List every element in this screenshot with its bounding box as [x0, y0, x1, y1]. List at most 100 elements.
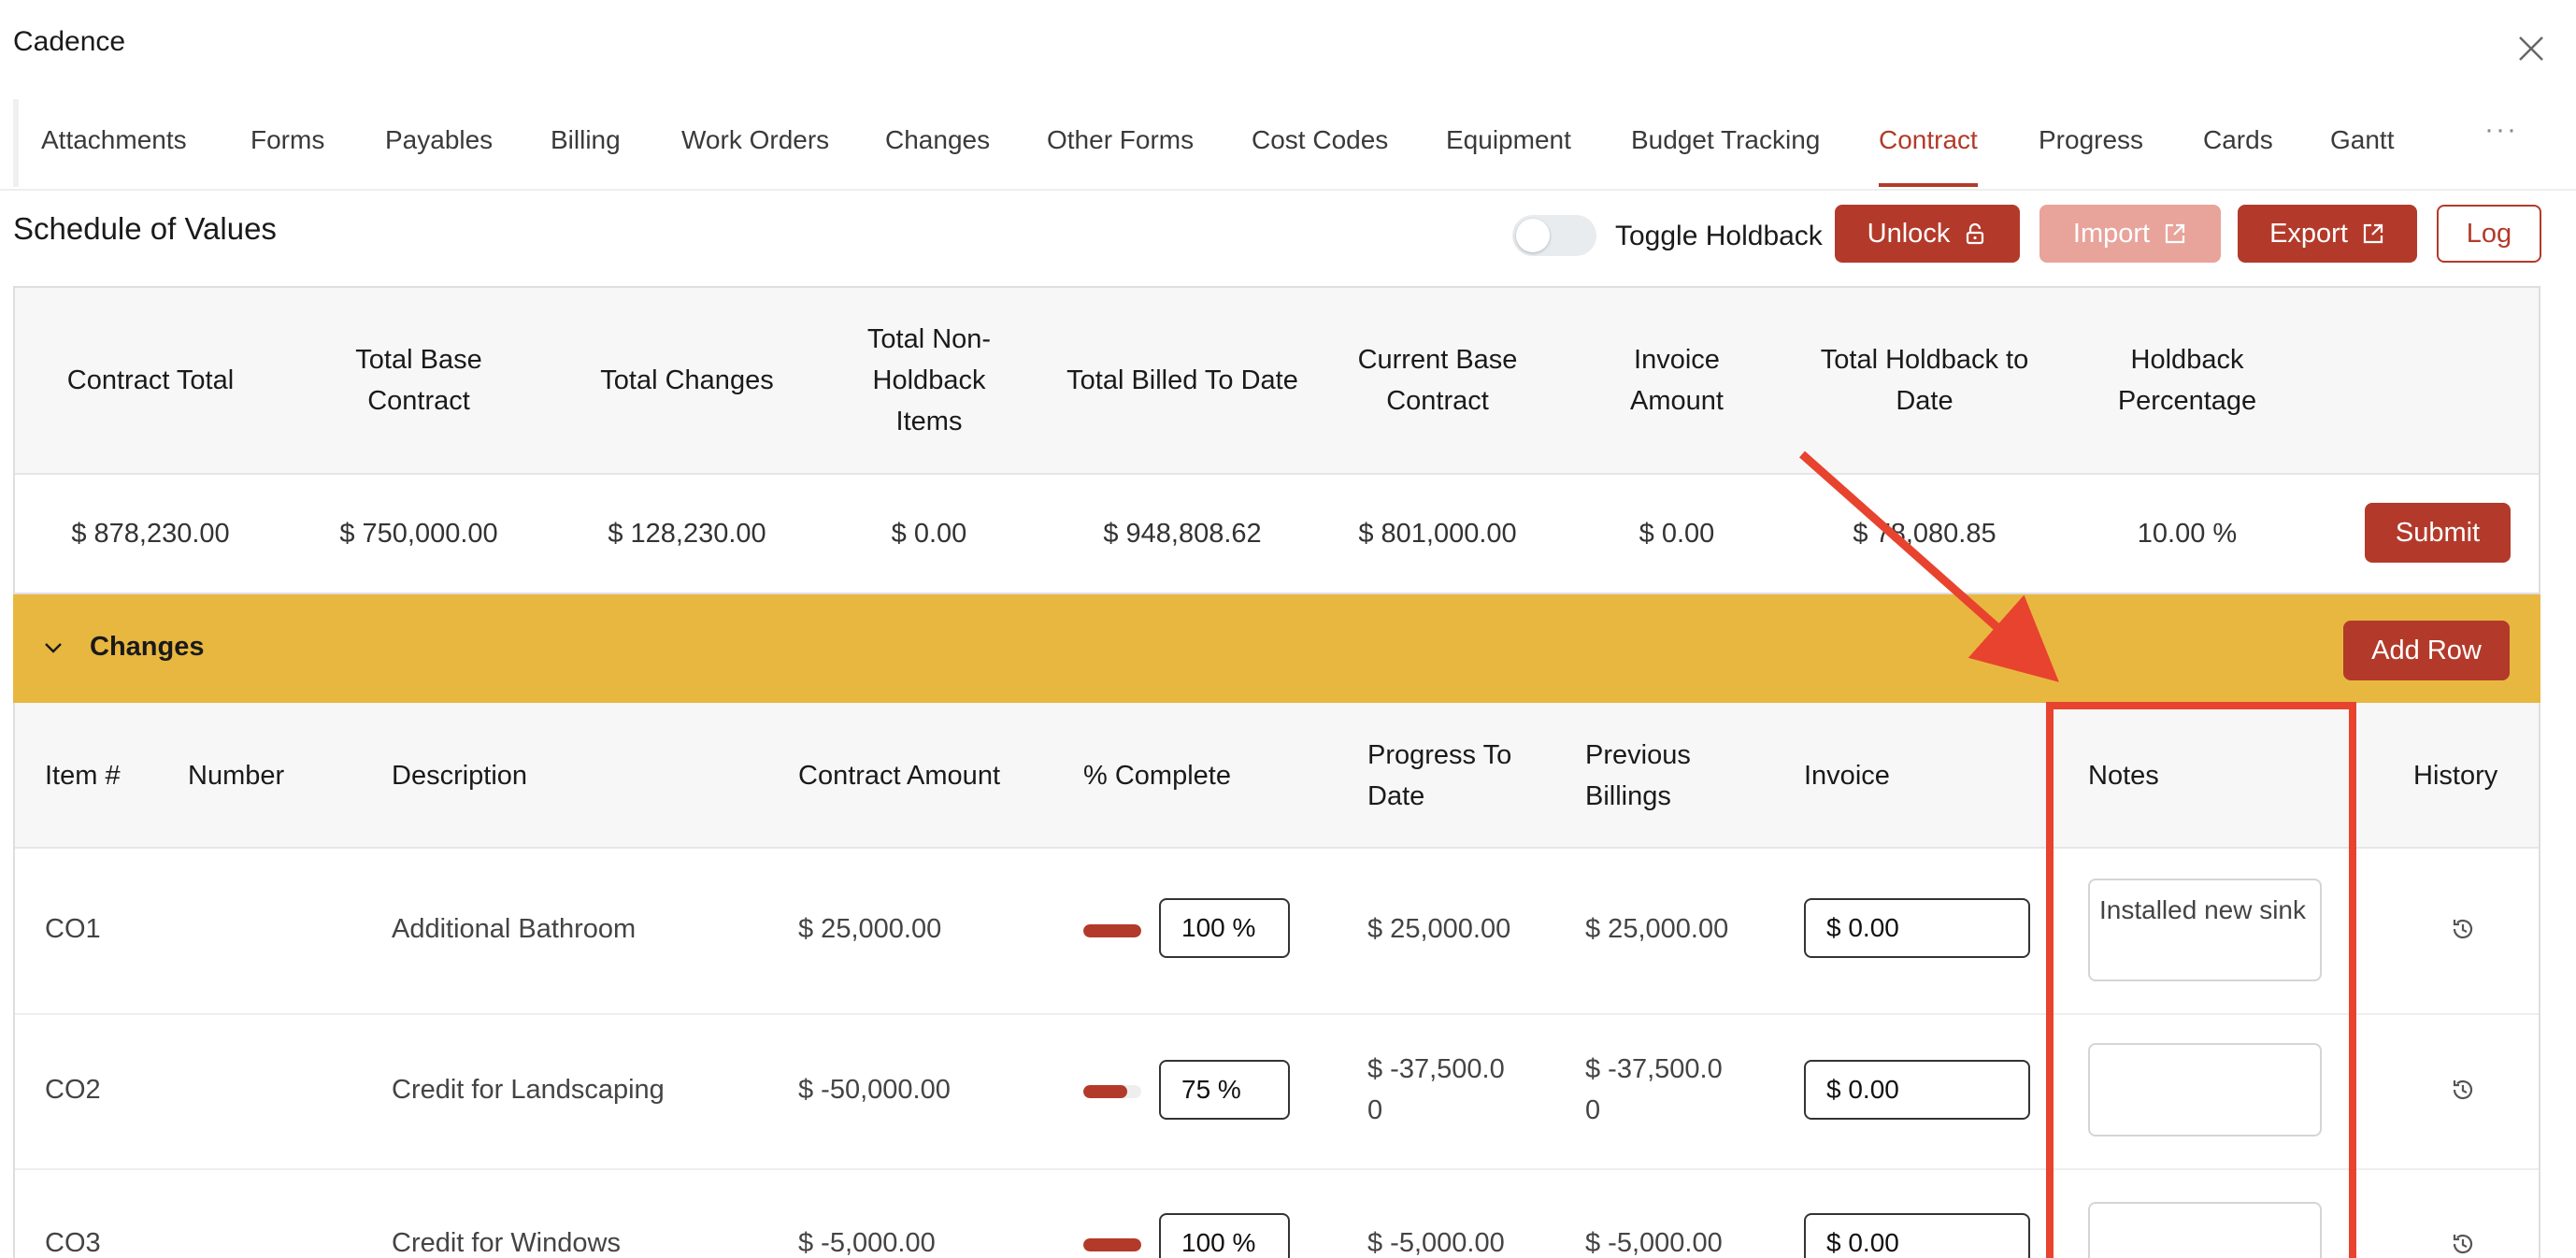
- item-number: CO3: [45, 1228, 101, 1258]
- unlock-label: Unlock: [1867, 218, 1951, 249]
- header-history: History: [2413, 761, 2498, 791]
- active-tab-indicator: [1879, 183, 1978, 187]
- tab-contract[interactable]: Contract: [1879, 125, 1978, 155]
- value-total-changes: $ 128,230.00: [608, 518, 766, 549]
- external-link-icon: [2165, 223, 2185, 244]
- history-icon[interactable]: [2449, 1076, 2477, 1104]
- pct-complete-input[interactable]: 100 %: [1159, 898, 1290, 958]
- header-contract-amount: Contract Amount: [798, 761, 1000, 791]
- contract-amount: $ -5,000.00: [798, 1228, 936, 1258]
- pct-complete-input[interactable]: 100 %: [1159, 1213, 1290, 1258]
- header-total-non-holdback: Total Non-Holdback Items: [866, 324, 992, 436]
- value-total-holdback: $ 78,080.85: [1853, 518, 1996, 549]
- header-description: Description: [392, 761, 528, 791]
- import-button[interactable]: Import: [2039, 205, 2221, 263]
- header-invoice-amount: Invoice Amount: [1630, 345, 1724, 416]
- header-notes: Notes: [2088, 761, 2159, 791]
- changes-header-row: Item # Number Description Contract Amoun…: [15, 703, 2539, 849]
- previous-billings: $ -5,000.00: [1585, 1228, 1723, 1258]
- tab-forms[interactable]: Forms: [250, 125, 324, 155]
- add-row-button[interactable]: Add Row: [2343, 621, 2510, 680]
- header-contract-total: Contract Total: [66, 365, 235, 395]
- tab-changes[interactable]: Changes: [885, 125, 990, 155]
- history-icon[interactable]: [2449, 1230, 2477, 1258]
- contract-amount: $ 25,000.00: [798, 914, 942, 944]
- app-title: Cadence: [13, 26, 126, 57]
- progress-bar: [1083, 1238, 1141, 1251]
- header-current-base: Current Base Contract: [1357, 345, 1518, 416]
- header-invoice: Invoice: [1804, 761, 1890, 791]
- chevron-down-icon[interactable]: [41, 636, 65, 660]
- tab-work-orders[interactable]: Work Orders: [681, 125, 829, 155]
- header-item: Item #: [45, 761, 121, 791]
- export-button[interactable]: Export: [2238, 205, 2417, 263]
- value-invoice-amount: $ 0.00: [1639, 518, 1715, 549]
- header-total-billed: Total Billed To Date: [1066, 365, 1298, 395]
- history-icon[interactable]: [2449, 915, 2477, 943]
- value-contract-total: $ 878,230.00: [71, 518, 230, 549]
- holdback-toggle[interactable]: [1512, 215, 1596, 256]
- changes-section-title: Changes: [90, 632, 205, 662]
- changes-table: Item # Number Description Contract Amoun…: [13, 703, 2540, 1258]
- unlock-button[interactable]: Unlock: [1835, 205, 2020, 263]
- notes-input[interactable]: Installed new sink: [2088, 879, 2322, 981]
- page-title: Schedule of Values: [13, 211, 277, 246]
- tab-bar: Attachments Forms Payables Billing Work …: [0, 97, 2576, 191]
- table-row: CO3 Credit for Windows $ -5,000.00 100 %…: [15, 1168, 2539, 1258]
- progress-bar: [1083, 1085, 1141, 1098]
- log-button[interactable]: Log: [2437, 205, 2541, 263]
- tab-attachments[interactable]: Attachments: [41, 125, 187, 155]
- header-total-base-contract: Total Base Contract: [355, 345, 482, 416]
- notes-input[interactable]: [2088, 1043, 2322, 1136]
- description: Credit for Landscaping: [392, 1075, 665, 1105]
- tab-gantt[interactable]: Gantt: [2330, 125, 2394, 155]
- toggle-holdback-label: Toggle Holdback: [1615, 221, 1823, 251]
- value-current-base: $ 801,000.00: [1358, 518, 1517, 549]
- changes-section-header[interactable]: Changes: [13, 594, 2540, 703]
- pct-complete-input[interactable]: 75 %: [1159, 1060, 1290, 1120]
- value-total-billed: $ 948,808.62: [1103, 518, 1262, 549]
- more-tabs-icon[interactable]: ···: [2484, 114, 2518, 146]
- header-previous-billings: Previous Billings: [1585, 740, 1691, 811]
- invoice-input[interactable]: $ 0.00: [1804, 898, 2030, 958]
- notes-input[interactable]: [2088, 1202, 2322, 1258]
- tab-other-forms[interactable]: Other Forms: [1047, 125, 1194, 155]
- invoice-input[interactable]: $ 0.00: [1804, 1213, 2030, 1258]
- header-total-changes: Total Changes: [600, 365, 774, 395]
- summary-table: Contract Total Total Base Contract Total…: [13, 286, 2540, 594]
- header-pct-complete: % Complete: [1083, 761, 1231, 791]
- invoice-input[interactable]: $ 0.00: [1804, 1060, 2030, 1120]
- item-number: CO1: [45, 914, 101, 944]
- unlock-icon: [1967, 222, 1984, 245]
- export-label: Export: [2269, 218, 2348, 249]
- external-link-icon: [2363, 223, 2383, 244]
- progress-bar: [1083, 924, 1141, 937]
- tab-cards[interactable]: Cards: [2203, 125, 2273, 155]
- header-holdback-percentage: Holdback Percentage: [2117, 345, 2257, 416]
- description: Credit for Windows: [392, 1228, 621, 1258]
- summary-header-row: Contract Total Total Base Contract Total…: [15, 288, 2539, 475]
- header-progress-to-date: Progress To Date: [1367, 740, 1512, 811]
- value-holdback-percentage: 10.00 %: [2137, 518, 2238, 549]
- table-row: CO2 Credit for Landscaping $ -50,000.00 …: [15, 1013, 2539, 1170]
- item-number: CO2: [45, 1075, 101, 1105]
- tab-progress[interactable]: Progress: [2039, 125, 2143, 155]
- tab-cost-codes[interactable]: Cost Codes: [1252, 125, 1388, 155]
- value-total-non-holdback: $ 0.00: [891, 518, 967, 549]
- previous-billings: $ 25,000.00: [1585, 914, 1729, 944]
- tab-billing[interactable]: Billing: [551, 125, 621, 155]
- progress-to-date: $ -5,000.00: [1367, 1228, 1505, 1258]
- table-row: CO1 Additional Bathroom $ 25,000.00 100 …: [15, 847, 2539, 1015]
- value-total-base-contract: $ 750,000.00: [339, 518, 498, 549]
- close-icon[interactable]: [2511, 28, 2552, 69]
- description: Additional Bathroom: [392, 914, 637, 944]
- header-number: Number: [188, 761, 285, 791]
- tab-equipment[interactable]: Equipment: [1446, 125, 1571, 155]
- tab-budget-tracking[interactable]: Budget Tracking: [1631, 125, 1820, 155]
- submit-button[interactable]: Submit: [2365, 503, 2511, 563]
- tab-payables[interactable]: Payables: [385, 125, 493, 155]
- progress-to-date: $ -37,500.00: [1367, 1054, 1505, 1125]
- contract-amount: $ -50,000.00: [798, 1075, 951, 1105]
- header-total-holdback: Total Holdback to Date: [1820, 345, 2029, 416]
- progress-to-date: $ 25,000.00: [1367, 914, 1511, 944]
